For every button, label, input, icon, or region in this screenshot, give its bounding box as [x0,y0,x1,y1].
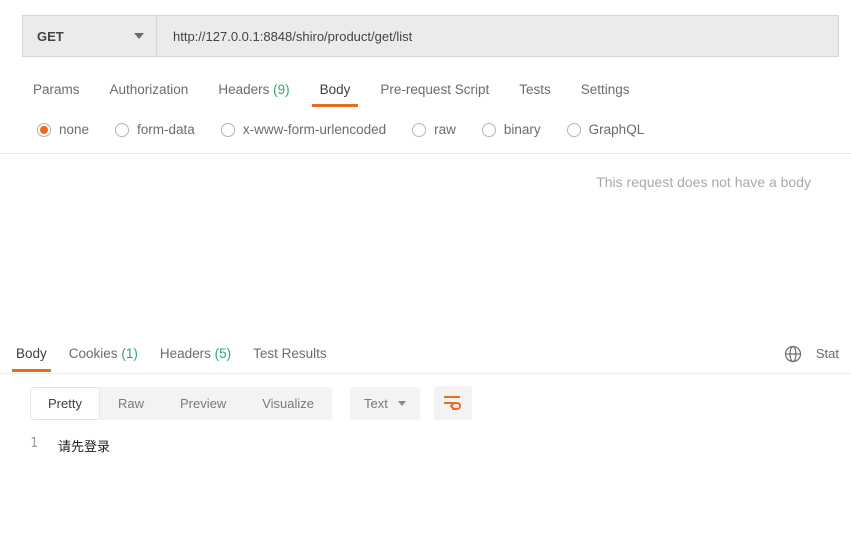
request-body-area: This request does not have a body [0,154,851,334]
url-text: http://127.0.0.1:8848/shiro/product/get/… [173,29,412,44]
radio-icon [567,123,581,137]
tab-authorization[interactable]: Authorization [110,74,189,105]
tab-headers[interactable]: Headers (9) [218,74,289,105]
body-type-row: none form-data x-www-form-urlencoded raw… [0,106,851,154]
chevron-down-icon [134,33,144,39]
line-text: 请先登录 [58,436,110,455]
http-method-select[interactable]: GET [22,15,157,57]
response-tab-body[interactable]: Body [16,336,47,371]
response-body-viewer[interactable]: 1 请先登录 [0,430,851,455]
radio-icon [115,123,129,137]
body-type-form-data[interactable]: form-data [115,122,195,137]
response-tab-cookies[interactable]: Cookies (1) [69,336,138,371]
body-type-graphql[interactable]: GraphQL [567,122,645,137]
code-line: 1 请先登录 [0,436,851,455]
url-input[interactable]: http://127.0.0.1:8848/shiro/product/get/… [157,15,839,57]
globe-icon[interactable] [784,345,802,363]
response-tabs-row: Body Cookies (1) Headers (5) Test Result… [0,334,851,374]
wrap-lines-button[interactable] [434,386,472,420]
radio-icon [482,123,496,137]
radio-icon [221,123,235,137]
tab-params[interactable]: Params [33,74,80,105]
no-body-message: This request does not have a body [596,174,811,190]
view-mode-segments: Pretty Raw Preview Visualize [30,387,332,420]
body-type-binary[interactable]: binary [482,122,541,137]
tab-body[interactable]: Body [320,74,351,105]
response-view-row: Pretty Raw Preview Visualize Text [0,374,851,430]
view-visualize[interactable]: Visualize [244,387,332,420]
body-type-urlencoded[interactable]: x-www-form-urlencoded [221,122,386,137]
view-preview[interactable]: Preview [162,387,244,420]
http-method-label: GET [37,29,64,44]
request-tabs: Params Authorization Headers (9) Body Pr… [0,72,851,106]
body-format-select[interactable]: Text [350,387,420,420]
radio-icon [412,123,426,137]
body-type-none[interactable]: none [37,122,89,137]
tab-settings[interactable]: Settings [581,74,630,105]
response-tab-test-results[interactable]: Test Results [253,336,327,371]
radio-selected-icon [37,123,51,137]
status-label: Stat [816,346,839,361]
tab-prerequest[interactable]: Pre-request Script [380,74,489,105]
chevron-down-icon [398,401,406,406]
wrap-icon [443,395,463,411]
view-pretty[interactable]: Pretty [30,387,100,420]
body-type-raw[interactable]: raw [412,122,456,137]
line-number: 1 [0,436,58,455]
response-tab-headers[interactable]: Headers (5) [160,336,231,371]
tab-tests[interactable]: Tests [519,74,551,105]
view-raw[interactable]: Raw [100,387,162,420]
